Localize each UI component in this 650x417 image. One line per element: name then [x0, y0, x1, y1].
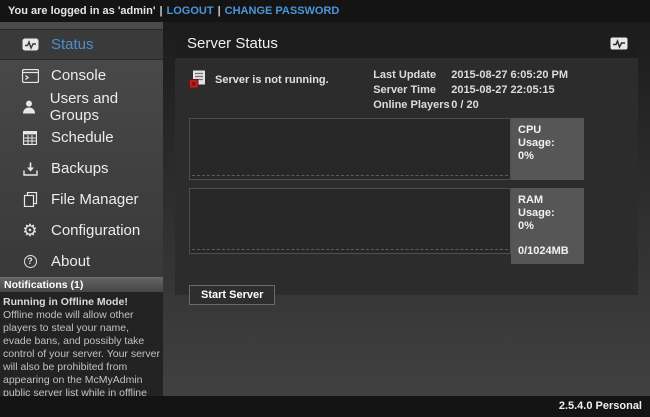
sidebar-item-status[interactable]: Status — [0, 29, 163, 60]
info-value: 2015-08-27 6:05:20 PM — [451, 68, 568, 83]
separator: | — [218, 5, 221, 17]
top-bar: You are logged in as 'admin' | LOGOUT | CHAN… — [0, 0, 650, 22]
download-tray-icon — [21, 162, 39, 176]
info-row-online-players: Online Players 0 / 20 — [373, 98, 568, 113]
ram-usage-detail: 0/1024MB — [518, 245, 577, 258]
cpu-usage-value: 0% — [518, 150, 577, 163]
ram-usage-row: RAM Usage: 0% 0/1024MB — [189, 188, 626, 264]
main-area: Server Status Server is not running. Las… — [163, 22, 650, 396]
user-icon — [21, 100, 38, 114]
sidebar-item-label: Schedule — [51, 129, 114, 146]
page-title: Server Status — [187, 35, 278, 52]
question-glyph: ? — [24, 255, 37, 268]
sidebar-item-console[interactable]: Console — [0, 60, 163, 91]
sidebar-item-label: Status — [51, 36, 94, 53]
version-text: 2.5.4.0 Personal — [559, 400, 642, 412]
notification-title: Running in Offline Mode! — [3, 296, 160, 309]
info-label: Last Update — [373, 68, 451, 83]
notifications-panel: Running in Offline Mode! Offline mode wi… — [0, 292, 163, 413]
sidebar-item-about[interactable]: ? About — [0, 246, 163, 277]
info-label: Online Players — [373, 98, 451, 113]
sidebar-item-schedule[interactable]: Schedule — [0, 122, 163, 153]
panel-header: Server Status — [175, 28, 638, 58]
console-window-icon — [21, 69, 39, 83]
sidebar-item-users-and-groups[interactable]: Users and Groups — [0, 91, 163, 122]
status-pulse-icon — [610, 37, 628, 50]
sidebar-item-configuration[interactable]: ⚙ Configuration — [0, 215, 163, 246]
cpu-usage-graph — [189, 118, 511, 180]
sidebar-menu: Status Console Users and Groups Schedule — [0, 22, 163, 277]
sidebar-item-file-manager[interactable]: File Manager — [0, 184, 163, 215]
sidebar-item-label: Console — [51, 67, 106, 84]
calendar-icon — [21, 131, 39, 145]
notifications-header: Notifications (1) — [0, 277, 163, 292]
gear-icon: ⚙ — [21, 223, 39, 239]
status-pulse-icon — [21, 38, 39, 51]
ram-usage-graph — [189, 188, 511, 254]
ram-usage-value: 0% — [518, 220, 577, 233]
server-info-table: Last Update 2015-08-27 6:05:20 PM Server… — [373, 68, 568, 118]
info-row-last-update: Last Update 2015-08-27 6:05:20 PM — [373, 68, 568, 83]
server-stopped-icon — [189, 70, 206, 92]
ram-usage-box: RAM Usage: 0% 0/1024MB — [511, 188, 584, 264]
info-label: Server Time — [373, 83, 451, 98]
info-value: 2015-08-27 22:05:15 — [451, 83, 554, 98]
sidebar-item-label: File Manager — [51, 191, 139, 208]
change-password-link[interactable]: CHANGE PASSWORD — [225, 5, 340, 17]
sidebar-item-backups[interactable]: Backups — [0, 153, 163, 184]
info-value: 0 / 20 — [451, 98, 479, 113]
sidebar-item-label: Users and Groups — [50, 90, 163, 124]
logged-in-text: You are logged in as 'admin' — [8, 5, 155, 17]
cpu-usage-row: CPU Usage: 0% — [189, 118, 626, 180]
server-info-row: Server is not running. Last Update 2015-… — [187, 68, 626, 118]
sidebar: Status Console Users and Groups Schedule — [0, 22, 163, 396]
sidebar-item-label: About — [51, 253, 90, 270]
server-status-panel: Server Status Server is not running. Las… — [175, 28, 638, 295]
gear-glyph: ⚙ — [22, 223, 37, 239]
info-row-server-time: Server Time 2015-08-27 22:05:15 — [373, 83, 568, 98]
sidebar-item-label: Backups — [51, 160, 109, 177]
ram-usage-label: RAM Usage: — [518, 194, 577, 220]
footer-bar: 2.5.4.0 Personal — [0, 396, 650, 417]
start-server-button[interactable]: Start Server — [189, 285, 275, 305]
pages-icon — [21, 192, 39, 207]
logout-link[interactable]: LOGOUT — [167, 5, 214, 17]
question-circle-icon: ? — [21, 255, 39, 268]
cpu-usage-label: CPU Usage: — [518, 124, 577, 150]
cpu-usage-box: CPU Usage: 0% — [511, 118, 584, 180]
server-status-text: Server is not running. — [215, 70, 329, 86]
sidebar-item-label: Configuration — [51, 222, 140, 239]
separator: | — [159, 5, 162, 17]
panel-body: Server is not running. Last Update 2015-… — [175, 58, 638, 305]
server-status-message: Server is not running. — [189, 68, 329, 118]
